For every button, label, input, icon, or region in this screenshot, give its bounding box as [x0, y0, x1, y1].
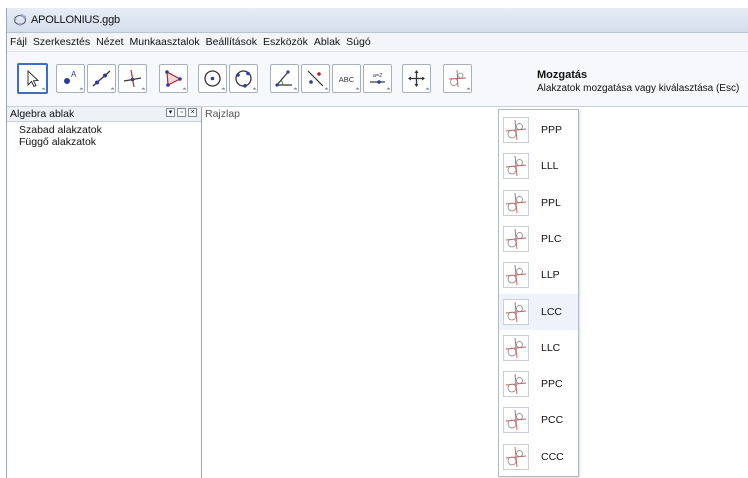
geogebra-logo-icon — [13, 14, 26, 26]
tool-menu-item-label: PPL — [541, 196, 561, 209]
move-graphics-tool-button[interactable] — [402, 64, 431, 93]
apollonius-icon — [503, 298, 529, 325]
slider-tool-button[interactable]: a=2 — [363, 64, 392, 93]
apollonius-icon — [448, 69, 467, 88]
menu-edit[interactable]: Szerkesztés — [30, 36, 93, 48]
tool-menu-item-lll[interactable]: LLL — [499, 148, 578, 184]
tool-menu-item-label: PCC — [541, 414, 564, 427]
slider-icon: a=2 — [370, 73, 385, 84]
tool-menu-item-ccc[interactable]: CCC — [499, 439, 578, 475]
angle-icon — [275, 70, 292, 87]
tool-menu-item-lcc[interactable]: LCC — [499, 293, 578, 330]
algebra-view-title: Algebra ablak — [10, 108, 75, 120]
tool-menu-item-plc[interactable]: PLC — [499, 221, 578, 257]
tool-menu-item-llc[interactable]: LLC — [499, 330, 578, 366]
move-tool-button[interactable] — [17, 63, 48, 94]
menu-help[interactable]: Súgó — [343, 36, 374, 48]
view-divider[interactable] — [201, 107, 202, 478]
apollonius-icon — [503, 262, 529, 289]
text-tool-button[interactable]: ABC — [332, 64, 361, 93]
apollonius-icon — [503, 153, 529, 180]
menu-options[interactable]: Beállítások — [203, 36, 260, 48]
point-tool-button[interactable]: A — [56, 64, 85, 93]
active-tool-name: Mozgatás — [537, 69, 588, 81]
title-bar: APOLLONIUS.ggb — [7, 8, 748, 33]
algebra-view-header: Algebra ablak ▾ ▫ × — [7, 107, 201, 122]
menu-perspectives[interactable]: Munkaasztalok — [127, 36, 203, 48]
active-tool-description: Alakzatok mozgatása vagy kiválasztása (E… — [537, 83, 740, 94]
menu-view[interactable]: Nézet — [93, 36, 126, 48]
circle-three-points-icon — [235, 70, 252, 88]
svg-text:a=2: a=2 — [373, 73, 382, 79]
free-objects-item[interactable]: Szabad alakzatok — [19, 124, 201, 136]
view-menu-icon[interactable]: ▾ — [166, 108, 175, 117]
apollonius-icon — [503, 334, 529, 361]
polygon-icon — [165, 70, 182, 87]
apollonius-icon — [503, 407, 529, 434]
tool-menu-item-ppc[interactable]: PPC — [499, 366, 578, 402]
tool-menu-item-label: LLL — [541, 160, 559, 173]
apollonius-tool-button[interactable] — [443, 64, 472, 93]
apollonius-icon — [503, 371, 529, 398]
point-icon: A — [64, 70, 77, 84]
circle-center-point-tool-button[interactable] — [198, 64, 227, 93]
apollonius-icon — [503, 443, 529, 470]
window-title: APOLLONIUS.ggb — [31, 14, 120, 26]
apollonius-tool-menu: PPP LLL PPL PLC LLP LCC LLC PPC PCC CCC — [498, 109, 579, 477]
active-tool-info: Mozgatás Alakzatok mozgatása vagy kivála… — [537, 69, 739, 94]
line-icon — [92, 70, 111, 87]
tool-menu-item-label: LLP — [541, 269, 560, 282]
svg-text:ABC: ABC — [339, 75, 355, 84]
undock-icon[interactable]: ▫ — [177, 108, 186, 117]
dependent-objects-item[interactable]: Függő alakzatok — [19, 136, 201, 148]
apollonius-icon — [503, 189, 529, 216]
tool-menu-item-label: PPC — [541, 378, 563, 391]
apollonius-icon — [503, 117, 529, 143]
menu-bar: Fájl Szerkesztés Nézet Munkaasztalok Beá… — [7, 33, 748, 52]
svg-text:A: A — [71, 70, 77, 79]
tool-menu-item-pcc[interactable]: PCC — [499, 402, 578, 438]
line-tool-button[interactable] — [87, 64, 116, 93]
text-icon: ABC — [339, 75, 355, 84]
toolbar: A ABC a=2 Mozgatás Alakzatok mozgatása v… — [7, 52, 748, 107]
reflect-line-icon — [307, 70, 324, 87]
circle-three-points-tool-button[interactable] — [229, 64, 258, 93]
menu-tools[interactable]: Eszközök — [260, 36, 311, 48]
perpendicular-line-icon — [123, 69, 142, 88]
tool-menu-item-label: LCC — [541, 305, 563, 318]
tool-menu-item-label: PPP — [541, 124, 563, 136]
menu-window[interactable]: Ablak — [311, 36, 343, 48]
tool-menu-item-label: PLC — [541, 232, 562, 245]
circle-center-icon — [204, 70, 221, 87]
tool-menu-item-llp[interactable]: LLP — [499, 257, 578, 293]
graphics-view-header: Rajzlap — [203, 107, 748, 121]
reflect-tool-button[interactable] — [301, 64, 330, 93]
close-icon[interactable]: × — [188, 108, 197, 117]
graphics-view-title: Rajzlap — [205, 108, 241, 120]
menu-file[interactable]: Fájl — [7, 36, 30, 48]
tool-menu-item-ppp[interactable]: PPP — [499, 112, 578, 148]
tool-menu-item-label: CCC — [541, 450, 564, 463]
perpendicular-tool-button[interactable] — [118, 64, 147, 93]
move-arrow-icon — [27, 69, 40, 88]
angle-tool-button[interactable] — [270, 64, 299, 93]
apollonius-icon — [503, 225, 529, 252]
move-cross-icon — [408, 70, 425, 87]
graphics-view[interactable] — [203, 122, 748, 478]
tool-menu-item-ppl[interactable]: PPL — [499, 185, 578, 221]
polygon-tool-button[interactable] — [159, 64, 188, 93]
app-window: APOLLONIUS.ggb Fájl Szerkesztés Nézet Mu… — [6, 8, 748, 478]
tool-menu-item-label: LLC — [541, 341, 561, 354]
algebra-view: Szabad alakzatok Függő alakzatok — [7, 122, 202, 478]
